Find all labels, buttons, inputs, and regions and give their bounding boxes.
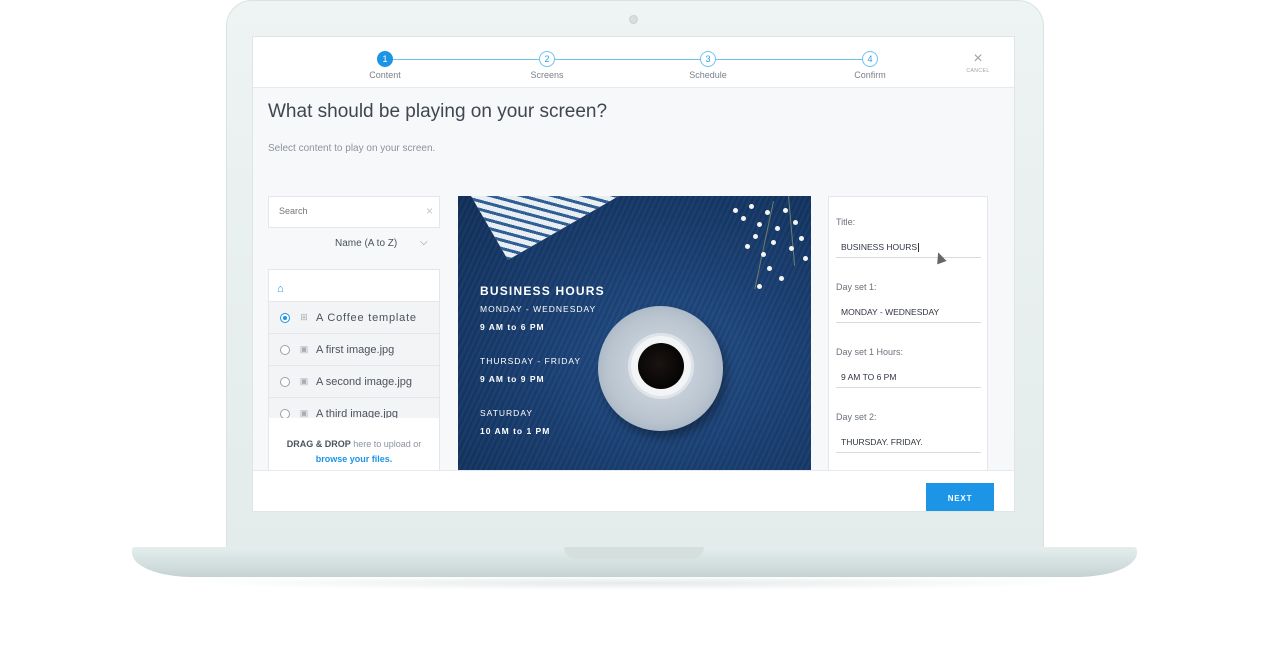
preview-day-set-2: THURSDAY - FRIDAY	[480, 356, 582, 366]
search-input[interactable]	[279, 206, 419, 216]
day-set-2-label: Day set 2:	[836, 412, 877, 422]
preview-hours-3: 10 AM to 1 PM	[480, 426, 551, 436]
file-name: A third image.jpg	[316, 407, 398, 419]
list-item[interactable]: ▣ A first image.jpg	[269, 334, 439, 366]
upload-drag-drop-label: DRAG & DROP	[286, 439, 351, 449]
preview-title: BUSINESS HOURS	[480, 284, 605, 298]
cancel-button[interactable]: × CANCEL	[963, 50, 993, 75]
day-set-2-field-group: Day set 2: THURSDAY. FRIDAY.	[836, 412, 981, 453]
template-icon: ⊞	[300, 312, 308, 322]
step-number: 2	[539, 51, 555, 67]
radio-button[interactable]	[280, 408, 290, 418]
file-name: A first image.jpg	[316, 343, 395, 356]
step-label: Schedule	[689, 70, 727, 80]
coffee-image	[638, 343, 684, 389]
preview-day-set-3: SATURDAY	[480, 408, 534, 418]
day-set-1-hours-field[interactable]: 9 AM TO 6 PM	[836, 372, 981, 388]
wizard-footer: NEXT	[253, 470, 1014, 511]
step-screens[interactable]: 2 Screens	[507, 51, 587, 80]
step-number: 4	[862, 51, 878, 67]
file-name: A Coffee template	[316, 311, 417, 324]
day-set-1-hours-label: Day set 1 Hours:	[836, 347, 904, 357]
step-label: Screens	[530, 70, 564, 80]
template-preview: BUSINESS HOURS MONDAY - WEDNESDAY 9 AM t…	[458, 196, 811, 471]
radio-button[interactable]	[280, 312, 290, 323]
wizard-stepper: 1 Content 2 Screens 3 Schedule 4 Confirm…	[253, 37, 1014, 88]
title-field[interactable]: BUSINESS HOURS	[836, 242, 981, 258]
mouse-cursor-icon	[934, 251, 946, 264]
laptop-base-notch	[564, 547, 704, 559]
upload-text: here to upload or	[350, 439, 422, 449]
page-title: What should be playing on your screen?	[268, 101, 608, 122]
day-set-1-field-group: Day set 1: MONDAY - WEDNESDAY	[836, 282, 981, 323]
title-label: Title:	[836, 217, 856, 227]
cancel-label: CANCEL	[966, 68, 990, 74]
chevron-down-icon[interactable]: ⌵	[420, 237, 428, 248]
step-label: Content	[369, 70, 401, 80]
sort-dropdown[interactable]: Name (A to Z)	[335, 238, 397, 249]
flowers-decoration	[713, 196, 811, 306]
image-icon: ▣	[299, 408, 309, 418]
list-item[interactable]: ⊞ A Coffee template	[269, 302, 439, 334]
preview-hours-2: 9 AM to 9 PM	[480, 374, 545, 384]
home-icon[interactable]: ⌂	[277, 283, 284, 295]
home-folder-row[interactable]: ⌂	[269, 270, 439, 302]
title-field-value: BUSINESS HOURS	[841, 242, 918, 252]
step-confirm[interactable]: 4 Confirm	[830, 51, 910, 80]
browse-files-link[interactable]: browse your files.	[316, 454, 393, 464]
next-button[interactable]: NEXT	[926, 483, 994, 511]
step-number: 3	[700, 51, 716, 67]
preview-hours-1: 9 AM to 6 PM	[480, 322, 545, 332]
clear-search-icon[interactable]: ×	[426, 204, 433, 218]
step-content[interactable]: 1 Content	[345, 51, 425, 80]
page-subtitle: Select content to play on your screen.	[268, 143, 436, 154]
image-icon: ▣	[299, 344, 309, 354]
title-field-group: Title: BUSINESS HOURS	[836, 217, 981, 258]
file-name: A second image.jpg	[316, 375, 413, 388]
list-item[interactable]: ▣ A third image.jpg	[269, 398, 439, 418]
laptop-shadow	[180, 576, 1090, 590]
file-list: ⊞ A Coffee template ▣ A first image.jpg …	[269, 302, 439, 418]
radio-button[interactable]	[280, 344, 290, 355]
day-set-2-field[interactable]: THURSDAY. FRIDAY.	[836, 437, 981, 453]
close-icon: ×	[973, 50, 983, 67]
step-label: Confirm	[854, 70, 886, 80]
day-set-1-field[interactable]: MONDAY - WEDNESDAY	[836, 307, 981, 323]
search-box: ×	[268, 196, 440, 228]
preview-day-set-1: MONDAY - WEDNESDAY	[480, 304, 597, 314]
laptop-camera	[629, 15, 638, 24]
day-set-1-hours-field-group: Day set 1 Hours: 9 AM TO 6 PM	[836, 347, 981, 388]
template-fields-panel: Title: BUSINESS HOURS Day set 1: MONDAY …	[828, 196, 988, 476]
image-icon: ▣	[299, 376, 309, 386]
radio-button[interactable]	[280, 376, 290, 387]
step-number: 1	[377, 51, 393, 67]
day-set-1-label: Day set 1:	[836, 282, 877, 292]
text-caret	[918, 243, 920, 253]
content-library: ⌂ ⊞ A Coffee template ▣ A first image.jp…	[268, 269, 440, 474]
app-screen: 1 Content 2 Screens 3 Schedule 4 Confirm…	[252, 36, 1015, 512]
upload-dropzone[interactable]: DRAG & DROP here to upload or browse you…	[269, 418, 439, 473]
list-item[interactable]: ▣ A second image.jpg	[269, 366, 439, 398]
step-schedule[interactable]: 3 Schedule	[668, 51, 748, 80]
